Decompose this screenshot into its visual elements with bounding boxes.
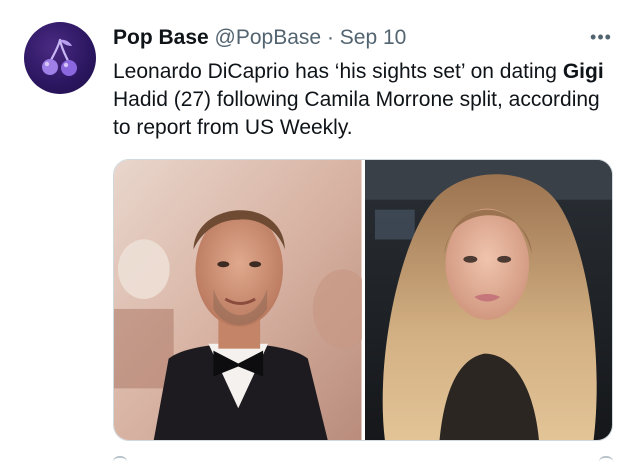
photo-right-image [364, 160, 612, 440]
cherry-icon [42, 38, 77, 76]
more-options-label: ••• [590, 26, 612, 47]
separator: · [326, 26, 334, 49]
tweet[interactable]: Pop Base @PopBase · Sep 10 ••• Leonardo … [0, 0, 630, 464]
tweet-header: Pop Base @PopBase · Sep 10 [113, 26, 406, 50]
tweet-text: Leonardo DiCaprio has ‘his sights set’ o… [113, 58, 613, 142]
tweet-text-bold: Gigi [562, 60, 604, 83]
tweet-text-part2: Hadid (27) following Camila Morrone spli… [113, 88, 600, 139]
photo-right[interactable] [364, 160, 612, 440]
display-name[interactable]: Pop Base [113, 26, 209, 49]
tweet-date[interactable]: Sep 10 [340, 26, 407, 49]
tweet-media [113, 159, 613, 441]
tweet-text-part1: Leonardo DiCaprio has ‘his sights set’ o… [113, 60, 563, 83]
avatar[interactable] [24, 22, 96, 94]
more-options-icon[interactable]: ••• [586, 22, 616, 52]
share-icon[interactable] [599, 456, 613, 464]
photo-left-image [114, 160, 362, 440]
action-bar-partial [113, 456, 613, 464]
reply-icon[interactable] [113, 456, 127, 464]
user-handle[interactable]: @PopBase [215, 26, 322, 49]
photo-left[interactable] [114, 160, 362, 440]
